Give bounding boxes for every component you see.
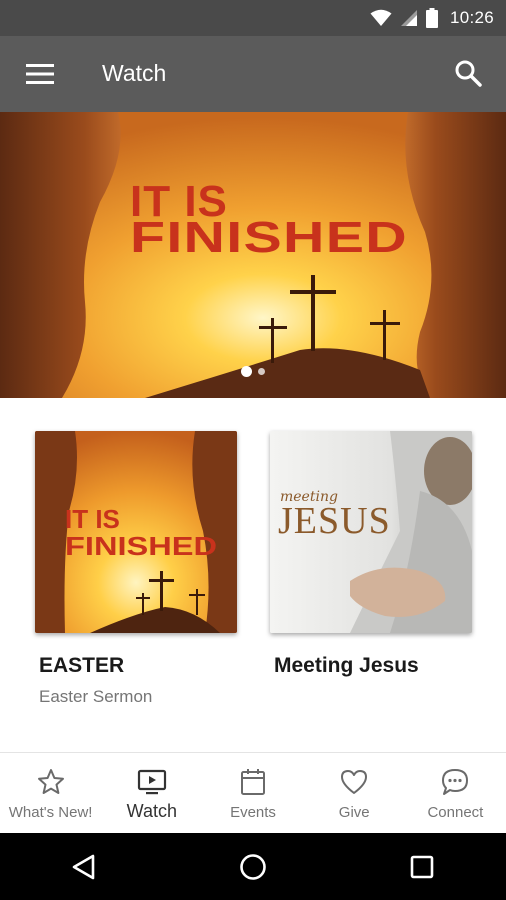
sermon-card-easter[interactable]: IT IS FINISHED EASTER Easter Sermon: [35, 431, 237, 707]
status-time: 10:26: [449, 8, 494, 27]
star-icon: [37, 769, 64, 794]
app-bar: Watch: [0, 36, 506, 112]
card-art-line2: FINISHED: [65, 531, 217, 561]
menu-button[interactable]: [26, 63, 54, 85]
nav-item-watch[interactable]: Watch: [101, 753, 202, 834]
hero-image: IT IS FINISHED: [0, 112, 506, 398]
nav-label: Connect: [427, 804, 484, 821]
hero-title-line2: FINISHED: [130, 213, 408, 262]
card-subtitle: Easter Sermon: [39, 687, 153, 706]
nav-item-whats-new[interactable]: What's New!: [0, 753, 101, 834]
hamburger-icon: [26, 64, 54, 84]
back-triangle-icon: [73, 854, 95, 879]
heart-icon: [341, 770, 368, 794]
nav-label: Events: [230, 804, 276, 821]
sermon-card-meeting-jesus[interactable]: meeting JESUS Meeting Jesus: [270, 431, 472, 678]
tv-icon: [137, 769, 166, 795]
wifi-icon: [370, 9, 392, 26]
status-bar: 10:26: [0, 0, 506, 36]
card-art-line1: IT IS: [65, 504, 120, 534]
bottom-navigation: What's New! Watch Events Give Connect: [0, 752, 506, 834]
carousel-indicator: [0, 366, 506, 377]
home-circle-icon: [240, 853, 266, 880]
home-button[interactable]: [231, 845, 275, 889]
back-button[interactable]: [62, 845, 106, 889]
easter-thumbnail-image: IT IS FINISHED: [35, 431, 237, 633]
hero-carousel[interactable]: IT IS FINISHED: [0, 112, 506, 398]
meeting-jesus-thumbnail-image: meeting JESUS: [270, 431, 472, 633]
nav-label: Give: [338, 804, 370, 821]
search-icon: [455, 60, 482, 87]
carousel-dot-active[interactable]: [241, 366, 252, 377]
card-thumbnail[interactable]: IT IS FINISHED: [35, 431, 237, 633]
nav-label: What's New!: [8, 804, 93, 821]
calendar-icon: [241, 769, 265, 795]
recents-button[interactable]: [400, 845, 444, 889]
nav-item-connect[interactable]: Connect: [405, 753, 506, 834]
signal-icon: [400, 10, 417, 26]
recents-square-icon: [410, 855, 433, 878]
nav-item-events[interactable]: Events: [202, 753, 303, 834]
nav-label: Watch: [126, 801, 177, 821]
carousel-dot[interactable]: [258, 368, 265, 375]
card-art-big: JESUS: [278, 500, 391, 542]
battery-icon: [425, 8, 438, 28]
chat-icon: [442, 769, 469, 795]
status-icons: 10:26: [370, 6, 494, 30]
card-thumbnail[interactable]: meeting JESUS: [270, 431, 472, 633]
system-navigation-bar: [0, 833, 506, 900]
card-title[interactable]: EASTER: [39, 654, 237, 678]
nav-item-give[interactable]: Give: [304, 753, 405, 834]
search-button[interactable]: [454, 59, 482, 87]
page-title: Watch: [102, 60, 167, 86]
card-title[interactable]: Meeting Jesus: [274, 654, 472, 678]
